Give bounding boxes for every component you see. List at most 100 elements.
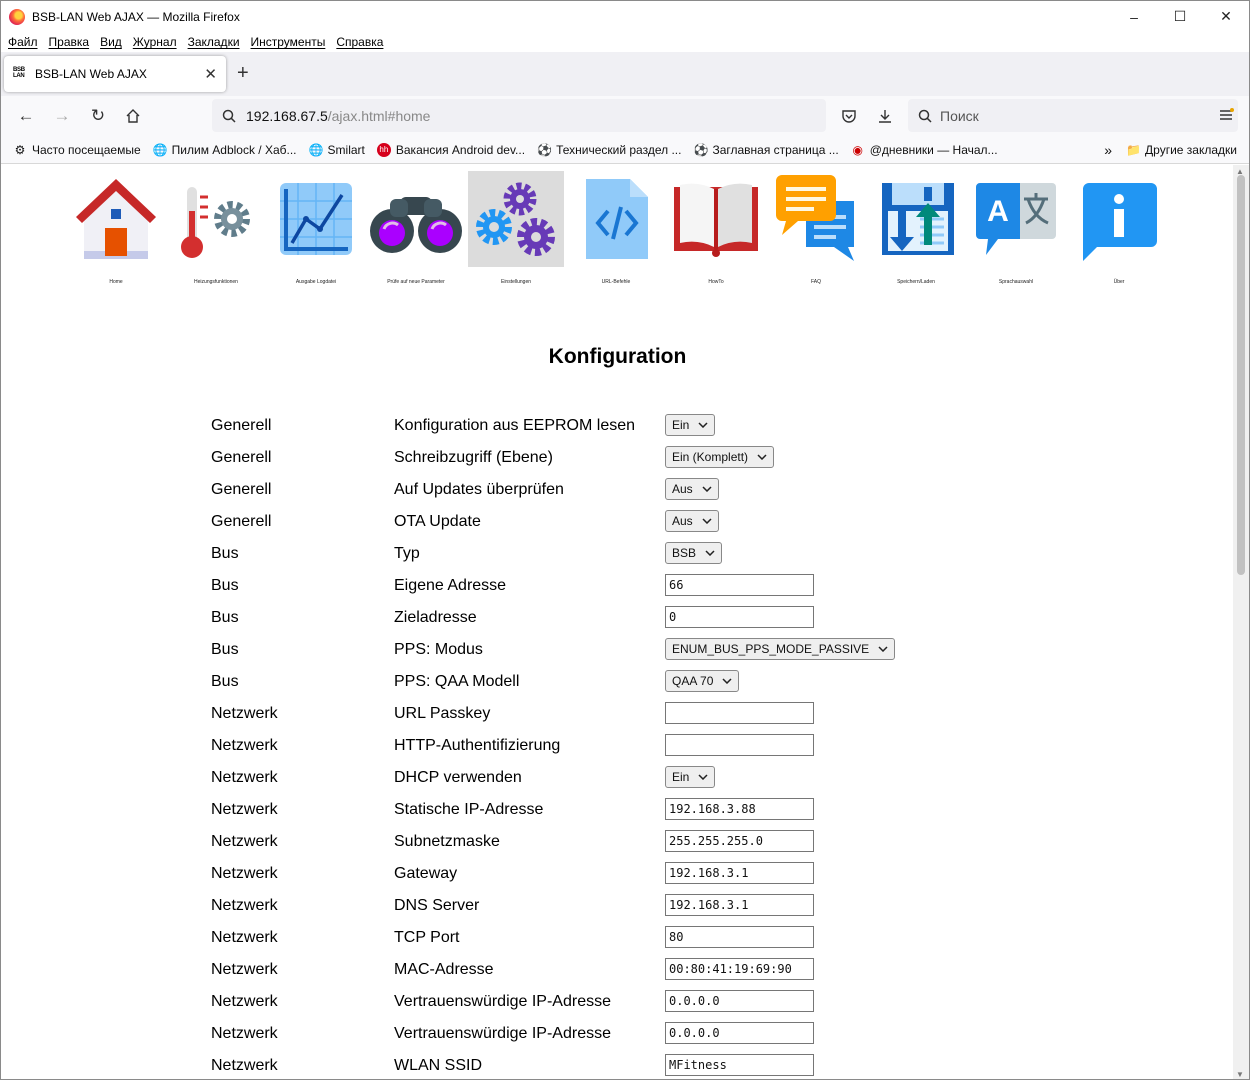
bookmark-label: Smilart bbox=[327, 142, 365, 157]
menu-edit[interactable]: Правка bbox=[49, 35, 90, 49]
new-tab-button[interactable]: + bbox=[237, 62, 249, 84]
config-input[interactable]: MFitness bbox=[665, 1054, 814, 1076]
config-row: Bus PPS: Modus ENUM_BUS_PPS_MODE_PASSIVE bbox=[211, 635, 931, 667]
bookmark-label: @дневники — Начал... bbox=[869, 142, 998, 157]
bookmark-main-page[interactable]: ⚽ Заглавная страница ... bbox=[693, 143, 838, 157]
nav-url-commands[interactable]: URL-Befehle bbox=[568, 171, 664, 289]
menu-history[interactable]: Журнал bbox=[133, 35, 177, 49]
config-input[interactable] bbox=[665, 734, 814, 756]
home-icon[interactable] bbox=[122, 105, 144, 127]
nav-about[interactable]: Über bbox=[1071, 171, 1167, 289]
tab-bsb-lan[interactable]: BSB LAN BSB-LAN Web AJAX ✕ bbox=[4, 56, 226, 92]
url-bar[interactable]: 192.168.67.5/ajax.html#home bbox=[212, 99, 826, 132]
config-parameter-name: Gateway bbox=[394, 865, 458, 882]
chevron-right-icon[interactable]: » bbox=[1104, 142, 1112, 158]
minimize-button[interactable]: – bbox=[1111, 1, 1157, 32]
house-icon bbox=[76, 179, 156, 259]
tab-close-icon[interactable]: ✕ bbox=[204, 65, 217, 83]
config-select[interactable]: QAA 70 bbox=[665, 670, 740, 692]
config-parameter-name: WLAN SSID bbox=[394, 1057, 483, 1074]
bookmark-label: Часто посещаемые bbox=[32, 142, 141, 157]
config-input[interactable]: 0.0.0.0 bbox=[665, 990, 814, 1012]
menu-tools[interactable]: Инструменты bbox=[251, 35, 326, 49]
config-input[interactable]: 0 bbox=[665, 606, 814, 628]
bookmark-adblock[interactable]: 🌐 Пилим Adblock / Хаб... bbox=[153, 143, 297, 157]
config-category: Netzwerk bbox=[211, 1025, 278, 1042]
config-input[interactable]: 0.0.0.0 bbox=[665, 1022, 814, 1044]
config-parameter-name: Subnetzmaske bbox=[394, 833, 500, 850]
config-select[interactable]: Aus bbox=[665, 510, 719, 532]
maximize-button[interactable]: ☐ bbox=[1157, 1, 1203, 32]
config-input[interactable]: 192.168.3.88 bbox=[665, 798, 814, 820]
window-title: BSB-LAN Web AJAX — Mozilla Firefox bbox=[32, 9, 240, 24]
config-row: Netzwerk Vertrauenswürdige IP-Adresse 0.0.… bbox=[211, 987, 931, 1019]
bookmark-diaries[interactable]: ◉ @дневники — Начал... bbox=[851, 142, 998, 157]
config-input[interactable] bbox=[665, 702, 814, 724]
chart-log-icon bbox=[280, 183, 352, 255]
bookmark-label: Пилим Adblock / Хаб... bbox=[171, 142, 297, 157]
config-row: Bus Typ BSB bbox=[211, 539, 931, 571]
menu-bookmarks[interactable]: Закладки bbox=[188, 35, 240, 49]
hamburger-menu-icon[interactable] bbox=[1215, 104, 1237, 126]
config-parameter-name: Konfiguration aus EEPROM lesen bbox=[394, 417, 636, 434]
config-parameter-name: DHCP verwenden bbox=[394, 769, 522, 786]
config-input[interactable]: 192.168.3.1 bbox=[665, 862, 814, 884]
select-value: QAA 70 bbox=[672, 674, 714, 688]
config-parameter-name: TCP Port bbox=[394, 929, 460, 946]
bookmark-most-visited[interactable]: ⚙ Часто посещаемые bbox=[13, 143, 141, 157]
reload-icon[interactable]: ↻ bbox=[87, 105, 109, 127]
config-select[interactable]: Ein (Komplett) bbox=[665, 446, 775, 468]
page-title: Konfiguration bbox=[548, 345, 687, 368]
config-select[interactable]: Aus bbox=[665, 478, 719, 500]
scroll-down-arrow-icon[interactable]: ▼ bbox=[1236, 1070, 1244, 1079]
config-input[interactable]: 192.168.3.1 bbox=[665, 894, 814, 916]
config-select[interactable]: BSB bbox=[665, 542, 723, 564]
config-input[interactable]: 66 bbox=[665, 574, 814, 596]
config-row: Generell OTA Update Aus bbox=[211, 507, 931, 539]
config-parameter-name: Statische IP-Adresse bbox=[394, 801, 544, 818]
select-value: Ein bbox=[672, 770, 690, 784]
config-parameter-name: OTA Update bbox=[394, 513, 481, 530]
nav-language[interactable]: A Sprachauswahl bbox=[968, 171, 1064, 289]
select-value: Aus bbox=[672, 482, 693, 496]
bookmark-smilart[interactable]: 🌐 Smilart bbox=[309, 143, 365, 157]
gear-icon: ⚙ bbox=[14, 142, 26, 157]
menu-view[interactable]: Вид bbox=[100, 35, 122, 49]
config-category: Netzwerk bbox=[211, 1057, 278, 1074]
back-arrow-icon[interactable]: ← bbox=[15, 105, 37, 127]
config-row: Bus PPS: QAA Modell QAA 70 bbox=[211, 667, 931, 699]
menu-file[interactable]: Файл bbox=[8, 35, 38, 49]
nav-check-params[interactable]: Prüfe auf neue Parameter bbox=[368, 171, 464, 289]
translate-icon: A bbox=[976, 183, 1056, 255]
nav-heating[interactable]: Heizungsfunktionen bbox=[168, 171, 264, 289]
menu-help[interactable]: Справка bbox=[336, 35, 383, 49]
nav-logfile[interactable]: Ausgabe Logdatei bbox=[268, 171, 364, 289]
nav-save-load[interactable]: Speichern/Laden bbox=[868, 171, 964, 289]
config-select[interactable]: ENUM_BUS_PPS_MODE_PASSIVE bbox=[665, 638, 896, 660]
config-input[interactable]: 80 bbox=[665, 926, 814, 948]
config-select[interactable]: Ein bbox=[665, 766, 716, 788]
nav-settings[interactable]: Einstellungen bbox=[468, 171, 564, 289]
config-category: Bus bbox=[211, 641, 239, 658]
download-icon[interactable] bbox=[874, 105, 896, 127]
close-window-button[interactable]: ✕ bbox=[1203, 1, 1249, 32]
config-input[interactable]: 00:80:41:19:69:90 bbox=[665, 958, 814, 980]
page-scrollbar[interactable]: ▲ ▼ bbox=[1233, 165, 1249, 1079]
config-input[interactable]: 255.255.255.0 bbox=[665, 830, 814, 852]
nav-howto[interactable]: HowTo bbox=[668, 171, 764, 289]
config-select[interactable]: Ein bbox=[665, 414, 716, 436]
url-text[interactable]: 192.168.67.5/ajax.html#home bbox=[246, 108, 430, 124]
search-bar[interactable]: Поиск bbox=[908, 99, 1238, 132]
nav-faq[interactable]: FAQ bbox=[768, 171, 864, 289]
scroll-thumb[interactable] bbox=[1237, 175, 1245, 575]
bookmark-hh-vacancy[interactable]: hh Вакансия Android dev... bbox=[376, 142, 525, 157]
nav-home[interactable]: Home bbox=[68, 171, 164, 289]
url-host: 192.168.67.5 bbox=[246, 107, 328, 124]
config-row: Generell Auf Updates überprüfen Aus bbox=[211, 475, 931, 507]
select-value: Aus bbox=[672, 514, 693, 528]
other-bookmarks[interactable]: 📁 Другие закладки bbox=[1126, 143, 1237, 157]
forward-arrow-icon[interactable]: → bbox=[51, 105, 73, 127]
pocket-icon[interactable] bbox=[838, 105, 860, 127]
bookmark-tech-section[interactable]: ⚽ Технический раздел ... bbox=[537, 143, 681, 157]
other-bookmarks-label: Другие закладки bbox=[1145, 143, 1237, 157]
